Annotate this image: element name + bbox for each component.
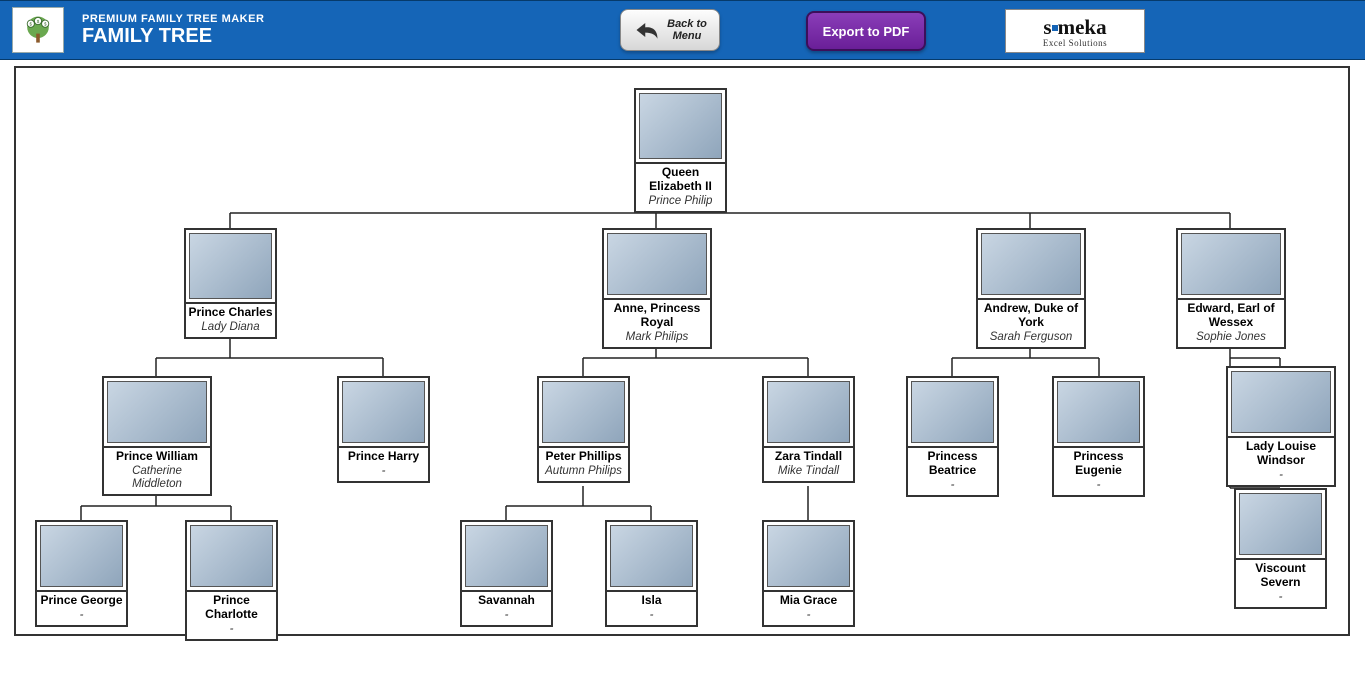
person-card[interactable]: Edward, Earl of Wessex Sophie Jones (1176, 228, 1286, 349)
person-card[interactable]: Prince Charlotte - (185, 520, 278, 641)
photo-placeholder (542, 381, 625, 443)
person-card[interactable]: Princess Beatrice - (906, 376, 999, 497)
person-card[interactable]: Savannah - (460, 520, 553, 627)
page-title: FAMILY TREE (82, 25, 264, 48)
photo-placeholder (1181, 233, 1281, 295)
person-name: Edward, Earl of Wessex (1178, 298, 1284, 330)
person-card[interactable]: Lady Louise Windsor - (1226, 366, 1336, 487)
person-card[interactable]: Prince Charles Lady Diana (184, 228, 277, 339)
person-name: Zara Tindall (764, 446, 853, 464)
back-button-label: Back to Menu (667, 18, 707, 42)
brand-name: smeka (1043, 15, 1106, 40)
export-button-label: Export to PDF (823, 24, 910, 39)
brand-subtitle: Excel Solutions (1043, 38, 1107, 48)
photo-placeholder (190, 525, 273, 587)
person-name: Prince Harry (339, 446, 428, 464)
person-spouse: - (908, 478, 997, 495)
person-spouse: - (339, 464, 428, 481)
person-card-root[interactable]: Queen Elizabeth II Prince Philip (634, 88, 727, 213)
person-spouse: - (37, 608, 126, 625)
person-name: Peter Phillips (539, 446, 628, 464)
person-name: Queen Elizabeth II (636, 162, 725, 194)
brand-logo: smeka Excel Solutions (1005, 9, 1145, 53)
person-spouse: - (1228, 468, 1334, 485)
person-spouse: Autumn Philips (539, 464, 628, 481)
photo-placeholder (639, 93, 722, 159)
person-card[interactable]: Princess Eugenie - (1052, 376, 1145, 497)
person-spouse: Mark Philips (604, 330, 710, 347)
person-name: Prince Charles (186, 302, 275, 320)
person-name: Prince Charlotte (187, 590, 276, 622)
person-spouse: Sarah Ferguson (978, 330, 1084, 347)
person-spouse: Mike Tindall (764, 464, 853, 481)
header-titles: PREMIUM FAMILY TREE MAKER FAMILY TREE (82, 13, 264, 48)
photo-placeholder (610, 525, 693, 587)
photo-placeholder (189, 233, 272, 299)
person-card[interactable]: Prince Harry - (337, 376, 430, 483)
person-card[interactable]: Andrew, Duke of York Sarah Ferguson (976, 228, 1086, 349)
person-spouse: Sophie Jones (1178, 330, 1284, 347)
person-name: Anne, Princess Royal (604, 298, 710, 330)
person-spouse: Catherine Middleton (104, 464, 210, 494)
person-card[interactable]: Isla - (605, 520, 698, 627)
photo-placeholder (981, 233, 1081, 295)
photo-placeholder (107, 381, 207, 443)
photo-placeholder (465, 525, 548, 587)
header: $ $ $ PREMIUM FAMILY TREE MAKER FAMILY T… (0, 0, 1365, 60)
person-spouse: Lady Diana (186, 320, 275, 337)
person-spouse: - (1236, 590, 1325, 607)
photo-placeholder (767, 525, 850, 587)
back-to-menu-button[interactable]: Back to Menu (620, 9, 720, 51)
person-card[interactable]: Prince George - (35, 520, 128, 627)
family-tree-canvas: Queen Elizabeth II Prince Philip Prince … (14, 66, 1350, 636)
photo-placeholder (607, 233, 707, 295)
person-name: Mia Grace (764, 590, 853, 608)
photo-placeholder (767, 381, 850, 443)
person-card[interactable]: Peter Phillips Autumn Philips (537, 376, 630, 483)
person-name: Princess Beatrice (908, 446, 997, 478)
photo-placeholder (40, 525, 123, 587)
header-subtitle: PREMIUM FAMILY TREE MAKER (82, 13, 264, 25)
person-spouse: - (764, 608, 853, 625)
person-name: Prince William (104, 446, 210, 464)
person-name: Isla (607, 590, 696, 608)
person-card[interactable]: Zara Tindall Mike Tindall (762, 376, 855, 483)
person-card[interactable]: Mia Grace - (762, 520, 855, 627)
tree-icon: $ $ $ (20, 12, 56, 48)
person-spouse: - (187, 622, 276, 639)
person-name: Prince George (37, 590, 126, 608)
photo-placeholder (1239, 493, 1322, 555)
photo-placeholder (911, 381, 994, 443)
person-name: Savannah (462, 590, 551, 608)
photo-placeholder (1231, 371, 1331, 433)
person-spouse: Prince Philip (636, 194, 725, 211)
person-name: Lady Louise Windsor (1228, 436, 1334, 468)
photo-placeholder (1057, 381, 1140, 443)
person-card[interactable]: Prince William Catherine Middleton (102, 376, 212, 496)
person-spouse: - (607, 608, 696, 625)
photo-placeholder (342, 381, 425, 443)
person-name: Viscount Severn (1236, 558, 1325, 590)
person-card[interactable]: Anne, Princess Royal Mark Philips (602, 228, 712, 349)
person-spouse: - (1054, 478, 1143, 495)
person-name: Andrew, Duke of York (978, 298, 1084, 330)
app-logo: $ $ $ (12, 7, 64, 53)
person-spouse: - (462, 608, 551, 625)
person-name: Princess Eugenie (1054, 446, 1143, 478)
back-arrow-icon (633, 18, 661, 42)
export-pdf-button[interactable]: Export to PDF (806, 11, 926, 51)
person-card[interactable]: Viscount Severn - (1234, 488, 1327, 609)
